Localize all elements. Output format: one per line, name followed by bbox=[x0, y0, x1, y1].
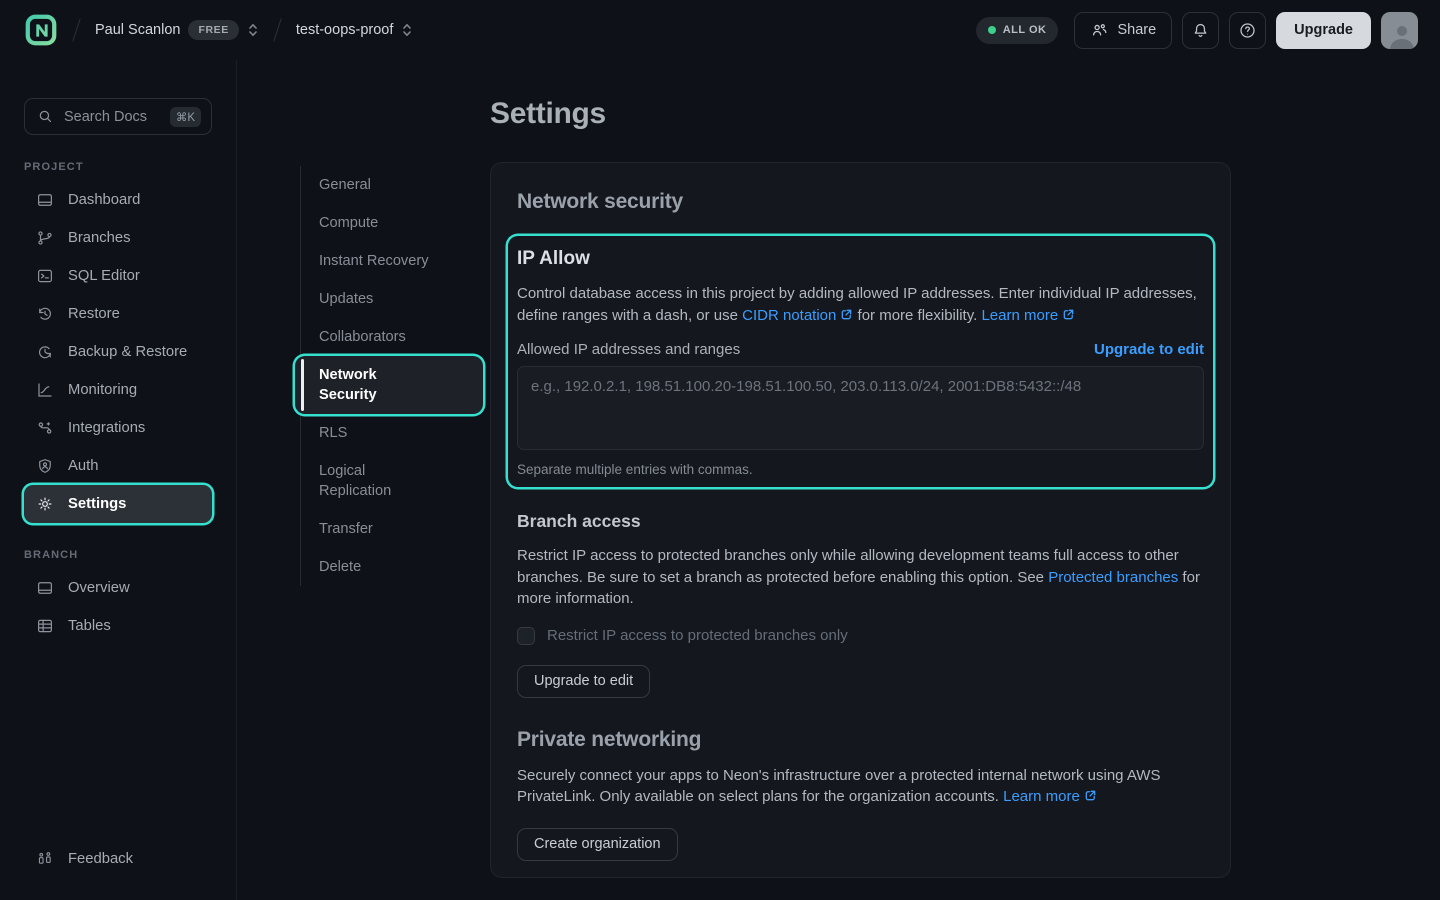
backup-restore-icon bbox=[36, 343, 54, 361]
status-ok-dot bbox=[988, 26, 996, 34]
learn-more-link[interactable]: Learn more bbox=[981, 307, 1075, 324]
monitoring-icon bbox=[36, 381, 54, 399]
branch-access-heading: Branch access bbox=[517, 511, 1204, 532]
settings-nav-instant-recovery[interactable]: Instant Recovery bbox=[301, 242, 490, 280]
chevron-updown-icon bbox=[247, 21, 259, 39]
breadcrumb-separator bbox=[273, 18, 281, 41]
sidebar-item-settings[interactable]: Settings bbox=[24, 485, 212, 523]
auth-icon bbox=[36, 457, 54, 475]
settings-nav-updates[interactable]: Updates bbox=[301, 280, 490, 318]
sidebar-item-restore[interactable]: Restore bbox=[24, 295, 212, 333]
notifications-button[interactable] bbox=[1182, 12, 1219, 49]
settings-nav-general[interactable]: General bbox=[301, 166, 490, 204]
integrations-icon bbox=[36, 419, 54, 437]
sidebar-item-branches[interactable]: Branches bbox=[24, 219, 212, 257]
ip-field-label: Allowed IP addresses and ranges bbox=[517, 341, 740, 358]
share-label: Share bbox=[1117, 22, 1156, 38]
sidebar-item-sql-editor[interactable]: SQL Editor bbox=[24, 257, 212, 295]
settings-nav-transfer[interactable]: Transfer bbox=[301, 510, 490, 548]
search-shortcut: ⌘K bbox=[170, 107, 201, 127]
ip-field-hint: Separate multiple entries with commas. bbox=[517, 462, 1204, 477]
sidebar-item-monitoring[interactable]: Monitoring bbox=[24, 371, 212, 409]
settings-nav-compute[interactable]: Compute bbox=[301, 204, 490, 242]
network-security-card: Network security IP Allow Control databa… bbox=[490, 162, 1231, 878]
branch-section-label: BRANCH bbox=[24, 549, 212, 561]
project-name: test-oops-proof bbox=[296, 22, 394, 38]
avatar[interactable] bbox=[1381, 12, 1418, 49]
sidebar-item-backup-restore[interactable]: Backup & Restore bbox=[24, 333, 212, 371]
restrict-ip-checkbox-row: Restrict IP access to protected branches… bbox=[517, 627, 1204, 645]
help-icon bbox=[1238, 21, 1257, 40]
plan-badge: FREE bbox=[188, 20, 238, 40]
status-badge[interactable]: ALL OK bbox=[976, 17, 1059, 44]
branch-access-description: Restrict IP access to protected branches… bbox=[517, 545, 1204, 610]
neon-console: Paul Scanlon FREE test-oops-proof ALL OK… bbox=[0, 0, 1440, 900]
org-name: Paul Scanlon bbox=[95, 22, 180, 38]
people-icon bbox=[1090, 21, 1109, 40]
feedback-button[interactable]: Feedback bbox=[24, 840, 213, 878]
external-link-icon bbox=[1084, 789, 1097, 802]
private-networking-description: Securely connect your apps to Neon's inf… bbox=[517, 765, 1204, 808]
neon-logo[interactable] bbox=[24, 13, 58, 47]
ip-allow-heading: IP Allow bbox=[517, 248, 1204, 270]
project-section-label: PROJECT bbox=[24, 161, 212, 173]
external-link-icon bbox=[1062, 308, 1075, 321]
settings-nav-delete[interactable]: Delete bbox=[301, 548, 490, 586]
sidebar-item-auth[interactable]: Auth bbox=[24, 447, 212, 485]
bell-icon bbox=[1191, 21, 1210, 40]
settings-nav-logical-replication[interactable]: Logical Replication bbox=[301, 452, 490, 510]
tables-icon bbox=[36, 617, 54, 635]
project-nav: Dashboard Branches SQL Editor Restore Ba… bbox=[24, 181, 212, 523]
top-header: Paul Scanlon FREE test-oops-proof ALL OK… bbox=[0, 0, 1440, 60]
cidr-notation-link[interactable]: CIDR notation bbox=[742, 307, 853, 324]
branches-icon bbox=[36, 229, 54, 247]
branch-nav: Overview Tables bbox=[24, 569, 212, 645]
restrict-ip-checkbox[interactable] bbox=[517, 627, 535, 645]
settings-nav-network-security[interactable]: Network Security bbox=[295, 356, 483, 414]
share-button[interactable]: Share bbox=[1074, 12, 1172, 49]
sidebar-item-dashboard[interactable]: Dashboard bbox=[24, 181, 212, 219]
project-selector[interactable]: test-oops-proof bbox=[296, 21, 414, 39]
search-icon bbox=[37, 108, 54, 125]
ip-allow-section: IP Allow Control database access in this… bbox=[508, 236, 1213, 487]
chevron-updown-icon bbox=[401, 21, 413, 39]
private-networking-heading: Private networking bbox=[517, 728, 1204, 752]
upgrade-button[interactable]: Upgrade bbox=[1276, 12, 1371, 49]
protected-branches-link[interactable]: Protected branches bbox=[1048, 569, 1178, 586]
help-button[interactable] bbox=[1229, 12, 1266, 49]
sidebar-item-tables[interactable]: Tables bbox=[24, 607, 212, 645]
restrict-ip-checkbox-label: Restrict IP access to protected branches… bbox=[547, 627, 848, 644]
person-icon bbox=[1385, 23, 1415, 49]
breadcrumb-separator bbox=[72, 18, 80, 41]
page-title: Settings bbox=[490, 97, 606, 131]
ip-allow-description: Control database access in this project … bbox=[517, 283, 1204, 326]
restore-icon bbox=[36, 305, 54, 323]
private-learn-more-link[interactable]: Learn more bbox=[1003, 788, 1097, 805]
dashboard-icon bbox=[36, 191, 54, 209]
settings-nav-collaborators[interactable]: Collaborators bbox=[301, 318, 490, 356]
feedback-people-icon bbox=[36, 850, 54, 868]
upgrade-to-edit-link[interactable]: Upgrade to edit bbox=[1094, 341, 1204, 358]
status-label: ALL OK bbox=[1003, 24, 1047, 36]
settings-gear-icon bbox=[36, 495, 54, 513]
create-organization-button[interactable]: Create organization bbox=[517, 828, 678, 861]
sql-editor-icon bbox=[36, 267, 54, 285]
settings-nav: General Compute Instant Recovery Updates… bbox=[300, 166, 490, 586]
sidebar-item-integrations[interactable]: Integrations bbox=[24, 409, 212, 447]
search-docs-input[interactable]: Search Docs ⌘K bbox=[24, 98, 212, 135]
network-security-heading: Network security bbox=[517, 190, 1204, 214]
overview-icon bbox=[36, 579, 54, 597]
sidebar-item-overview[interactable]: Overview bbox=[24, 569, 212, 607]
search-placeholder: Search Docs bbox=[64, 109, 160, 125]
external-link-icon bbox=[840, 308, 853, 321]
ip-addresses-textarea[interactable] bbox=[517, 366, 1204, 450]
sidebar: Search Docs ⌘K PROJECT Dashboard Branche… bbox=[0, 60, 237, 900]
org-selector[interactable]: Paul Scanlon FREE bbox=[95, 20, 259, 40]
settings-nav-rls[interactable]: RLS bbox=[301, 414, 490, 452]
branch-upgrade-to-edit-button[interactable]: Upgrade to edit bbox=[517, 665, 650, 698]
